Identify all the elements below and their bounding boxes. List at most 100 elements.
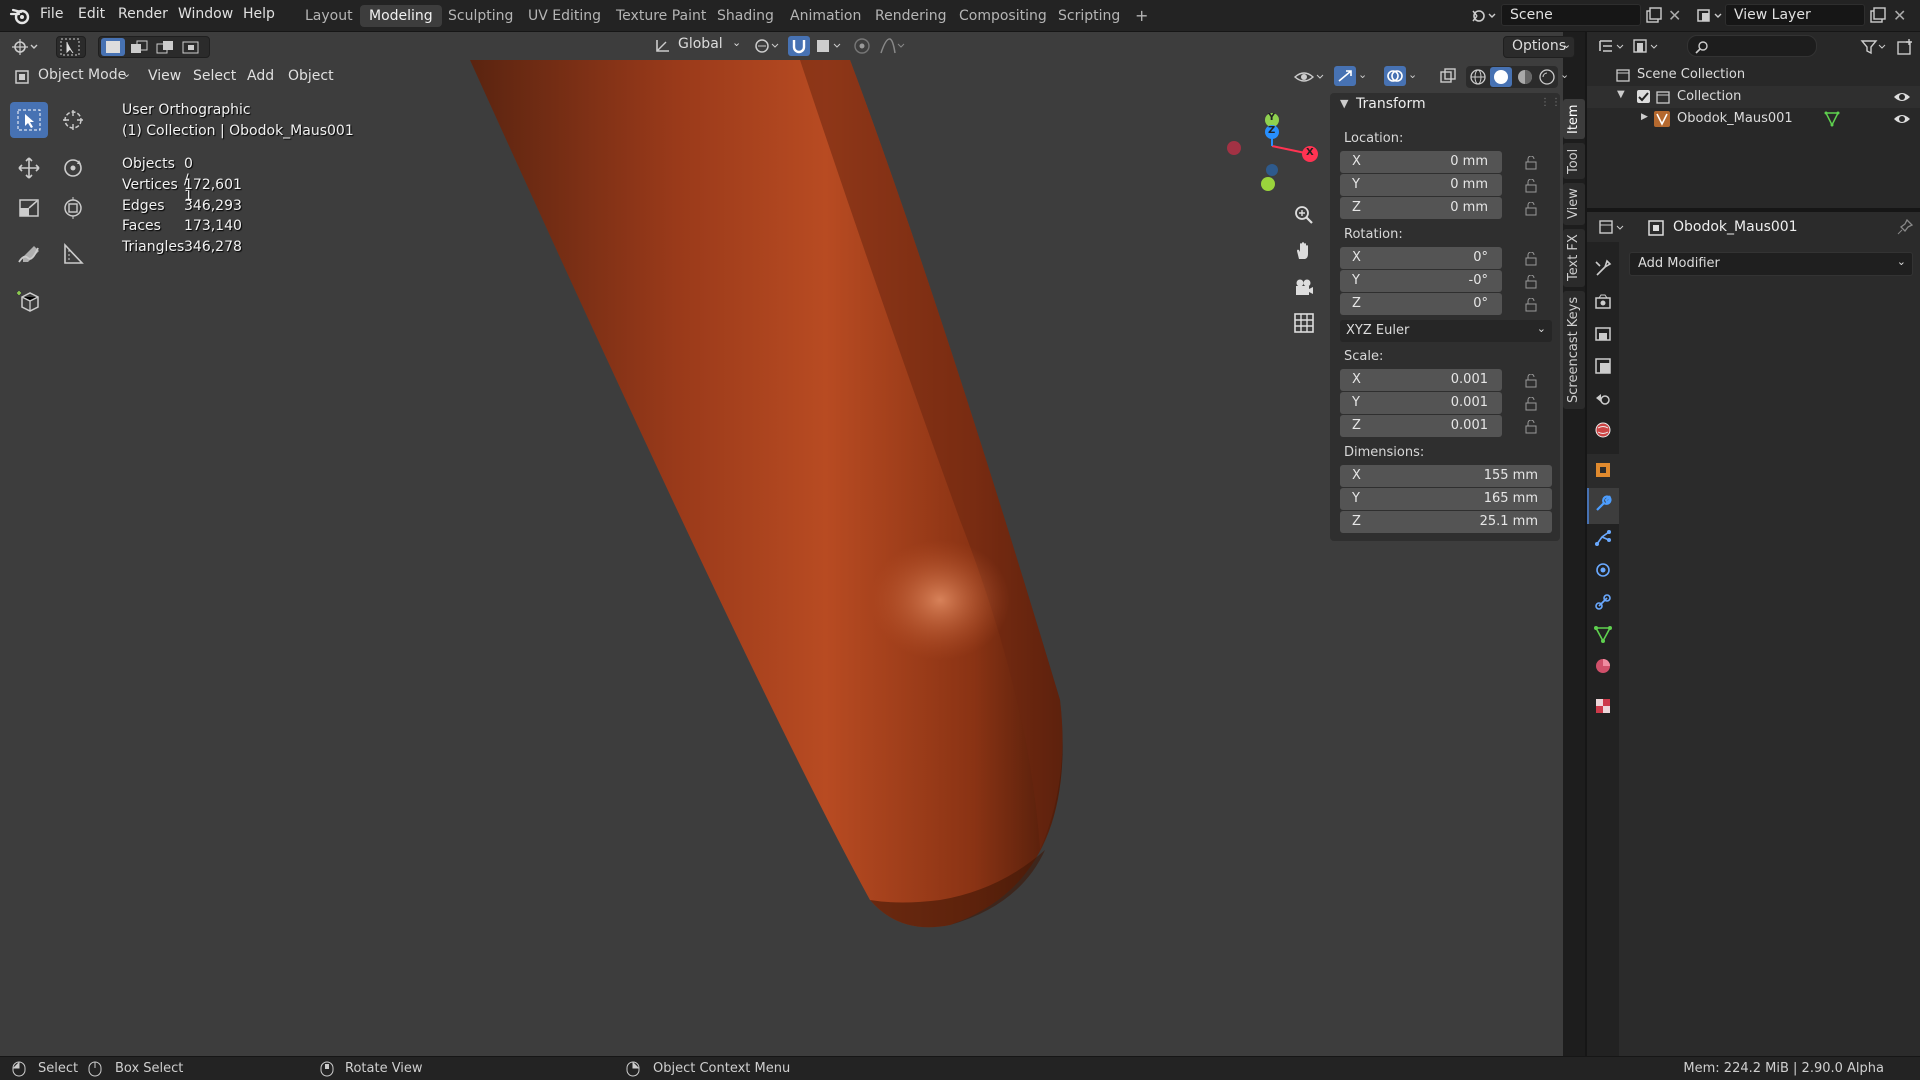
physics-icon[interactable] (1593, 560, 1613, 580)
navigation-gizmo[interactable]: Y Z X (1220, 106, 1320, 196)
select-set-icon[interactable] (101, 38, 125, 56)
chevron-down-icon[interactable]: ⌄ (1358, 68, 1367, 81)
solid-shading-icon[interactable] (1490, 67, 1512, 87)
menu-select[interactable]: Select (187, 65, 242, 87)
world-properties-icon[interactable] (1593, 420, 1613, 440)
workspace-tab-sculpting[interactable]: Sculpting (439, 5, 522, 27)
scale-y-field[interactable]: Y 0.001 (1340, 392, 1502, 414)
drag-handle-icon[interactable]: ⋮⋮ (1540, 97, 1562, 108)
location-z-field[interactable]: Z 0 mm (1340, 197, 1502, 219)
new-collection-icon[interactable] (1895, 37, 1915, 57)
select-intersect-icon[interactable] (179, 38, 203, 56)
render-properties-icon[interactable] (1593, 292, 1613, 312)
snap-target-icon[interactable] (814, 36, 844, 56)
collapse-arrow-icon[interactable]: ▼ (1340, 97, 1348, 110)
outliner-row-scene-collection[interactable]: Scene Collection (1587, 64, 1920, 86)
side-tab-text-fx[interactable]: Text FX (1563, 229, 1585, 287)
side-tab-view[interactable]: View (1563, 183, 1585, 225)
material-preview-icon[interactable] (1516, 68, 1534, 86)
checkbox-icon[interactable] (1637, 90, 1650, 103)
workspace-tab-scripting[interactable]: Scripting (1049, 5, 1129, 27)
delete-view-layer-icon[interactable]: ✕ (1893, 6, 1906, 25)
rotation-x-field[interactable]: X 0° (1340, 247, 1502, 269)
gizmo-toggle-icon[interactable] (1334, 66, 1356, 86)
workspace-tab-rendering[interactable]: Rendering (866, 5, 956, 27)
workspace-tab-animation[interactable]: Animation (781, 5, 870, 27)
add-workspace-button[interactable]: + (1126, 5, 1157, 27)
constraints-icon[interactable] (1593, 592, 1613, 612)
lock-icon[interactable] (1524, 275, 1538, 289)
scene-selector-icon[interactable] (1469, 5, 1499, 27)
chevron-down-icon[interactable]: ⌄ (1560, 68, 1569, 81)
expand-arrow-icon[interactable]: ▶ (1641, 112, 1648, 122)
proportional-editing-icon[interactable] (852, 36, 872, 56)
move-tool[interactable] (10, 150, 48, 186)
scale-tool[interactable] (10, 190, 48, 226)
annotate-tool[interactable] (10, 236, 48, 272)
pan-hand-icon[interactable] (1292, 239, 1316, 263)
pin-icon[interactable] (1897, 219, 1913, 235)
outliner-search-input[interactable] (1687, 35, 1817, 57)
view-layer-selector-icon[interactable] (1695, 5, 1725, 27)
side-tab-screencast-keys[interactable]: Screencast Keys (1563, 291, 1585, 409)
ortho-grid-icon[interactable] (1292, 311, 1316, 335)
location-y-field[interactable]: Y 0 mm (1340, 174, 1502, 196)
scale-x-field[interactable]: X 0.001 (1340, 369, 1502, 391)
wireframe-shading-icon[interactable] (1469, 68, 1487, 86)
mode-selector[interactable]: Object Mode ⌄ (8, 65, 136, 89)
transform-tool[interactable] (54, 190, 92, 226)
pivot-point-icon[interactable] (752, 36, 782, 56)
expand-arrow-icon[interactable]: ▼ (1617, 89, 1625, 100)
view-layer-name-field[interactable]: View Layer (1725, 4, 1865, 26)
panel-title[interactable]: Transform (1356, 96, 1426, 112)
zoom-icon[interactable] (1292, 203, 1316, 227)
dimensions-x-field[interactable]: X 155 mm (1340, 465, 1552, 487)
eye-visibility-icon[interactable] (1893, 90, 1911, 104)
cursor-tool[interactable] (54, 102, 92, 138)
select-subtract-icon[interactable] (153, 38, 177, 56)
menu-object[interactable]: Object (282, 65, 340, 87)
rotation-mode-dropdown[interactable]: XYZ Euler ⌄ (1340, 320, 1552, 342)
workspace-tab-texture-paint[interactable]: Texture Paint (607, 5, 715, 27)
delete-scene-icon[interactable]: ✕ (1668, 6, 1681, 25)
properties-editor-type-icon[interactable] (1597, 218, 1627, 238)
measure-tool[interactable] (54, 236, 92, 272)
lock-icon[interactable] (1524, 298, 1538, 312)
side-tab-tool[interactable]: Tool (1563, 143, 1585, 179)
outliner-row-collection[interactable]: ▼ Collection (1587, 86, 1920, 108)
rendered-shading-icon[interactable] (1538, 68, 1556, 86)
lock-icon[interactable] (1524, 374, 1538, 388)
xray-toggle-icon[interactable] (1438, 67, 1458, 87)
menu-window[interactable]: Window (178, 6, 233, 22)
modifier-wrench-icon[interactable] (1593, 494, 1613, 514)
area-divider[interactable] (1585, 32, 1587, 1056)
select-tool-mode-icon[interactable] (56, 36, 86, 58)
menu-edit[interactable]: Edit (78, 6, 105, 22)
location-x-field[interactable]: X 0 mm (1340, 151, 1502, 173)
workspace-tab-layout[interactable]: Layout (296, 5, 362, 27)
falloff-curve-icon[interactable] (878, 36, 908, 56)
menu-add[interactable]: Add (241, 65, 280, 87)
texture-properties-icon[interactable] (1593, 696, 1613, 716)
dimensions-z-field[interactable]: Z 25.1 mm (1340, 511, 1552, 533)
options-button[interactable]: Options ⌄ (1503, 36, 1575, 58)
lock-icon[interactable] (1524, 397, 1538, 411)
blender-logo-icon[interactable] (9, 6, 31, 26)
add-modifier-dropdown[interactable]: Add Modifier ⌄ (1629, 252, 1913, 276)
display-mode-icon[interactable] (1631, 37, 1661, 57)
transform-orientation-selector[interactable]: Global ⌄ (652, 34, 744, 58)
workspace-tab-modeling[interactable]: Modeling (360, 5, 442, 27)
eye-visibility-icon[interactable] (1893, 112, 1911, 126)
view-layer-properties-icon[interactable] (1593, 356, 1613, 376)
select-extend-icon[interactable] (127, 38, 151, 56)
workspace-tab-shading[interactable]: Shading (708, 5, 783, 27)
new-scene-icon[interactable] (1645, 7, 1663, 25)
camera-view-icon[interactable] (1292, 275, 1316, 299)
material-properties-icon[interactable] (1593, 656, 1613, 676)
rotate-tool[interactable] (54, 150, 92, 186)
snap-toggle-icon[interactable] (788, 36, 810, 56)
lock-icon[interactable] (1524, 252, 1538, 266)
rotation-y-field[interactable]: Y -0° (1340, 270, 1502, 292)
tool-settings-icon[interactable] (1593, 258, 1613, 278)
lock-icon[interactable] (1524, 156, 1538, 170)
